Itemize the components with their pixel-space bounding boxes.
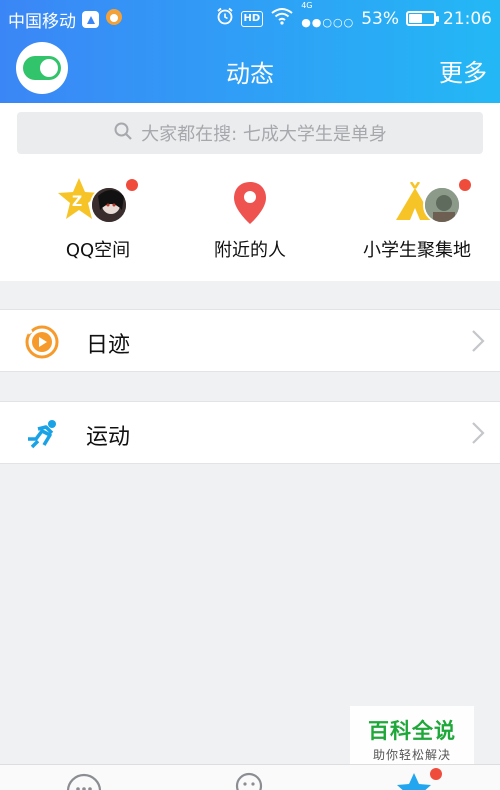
list-item-sport[interactable]: 运动 — [0, 401, 500, 464]
tab-contacts-icon[interactable] — [234, 771, 264, 790]
clock: 21:06 — [443, 8, 492, 29]
tab-messages-icon[interactable] — [66, 773, 102, 790]
chevron-right-icon — [472, 422, 485, 444]
group-label: 小学生聚集地 — [363, 240, 471, 261]
weather-notification-icon — [105, 8, 123, 31]
wifi-icon — [270, 7, 294, 30]
watermark-subtitle: 助你轻松解决 — [372, 748, 451, 762]
tab-dynamic-star-icon[interactable] — [396, 771, 432, 790]
list-item-label: 日迹 — [86, 333, 131, 358]
svg-text:Z: Z — [72, 194, 82, 210]
page-title: 动态 — [226, 60, 274, 88]
carrier-name: 中国移动 — [8, 12, 76, 32]
bottom-tab-bar — [0, 764, 500, 790]
hd-icon: HD — [240, 10, 264, 27]
more-button[interactable]: 更多 — [439, 53, 487, 88]
signal-icon: 4G ●●○○○ — [301, 0, 355, 29]
nearby-people-entry[interactable]: 附近的人 — [170, 170, 330, 262]
search-placeholder: 大家都在搜: 七成大学生是单身 — [141, 124, 387, 145]
qzone-entry[interactable]: Z QQ空间 — [18, 170, 178, 262]
play-circle-icon — [25, 325, 59, 359]
location-pin-icon — [234, 182, 266, 224]
alarm-icon — [216, 7, 234, 30]
watermark: 百科全说 助你轻松解决 — [350, 706, 474, 766]
group-entry[interactable]: 小学生聚集地 — [337, 170, 497, 262]
battery-icon — [406, 11, 439, 26]
search-icon — [113, 121, 133, 146]
list-item-riji[interactable]: 日迹 — [0, 309, 500, 372]
group-avatar — [423, 186, 461, 224]
notification-dot — [126, 179, 138, 191]
tab-notification-dot — [430, 768, 442, 780]
app-notification-icon — [82, 11, 99, 28]
battery-percent: 53% — [361, 8, 399, 29]
watermark-title: 百科全说 — [368, 719, 456, 743]
search-bar[interactable]: 大家都在搜: 七成大学生是单身 — [17, 112, 483, 154]
qzone-label: QQ空间 — [65, 240, 131, 261]
friend-avatar — [90, 186, 128, 224]
network-type: 4G — [301, 0, 313, 10]
list-item-label: 运动 — [86, 425, 131, 450]
status-bar: 中国移动 HD 4G ●●○○○ 53% 21:06 — [0, 0, 500, 34]
notification-dot — [459, 179, 471, 191]
nearby-label: 附近的人 — [214, 240, 286, 261]
runner-icon — [28, 420, 56, 449]
chevron-right-icon — [472, 330, 485, 352]
